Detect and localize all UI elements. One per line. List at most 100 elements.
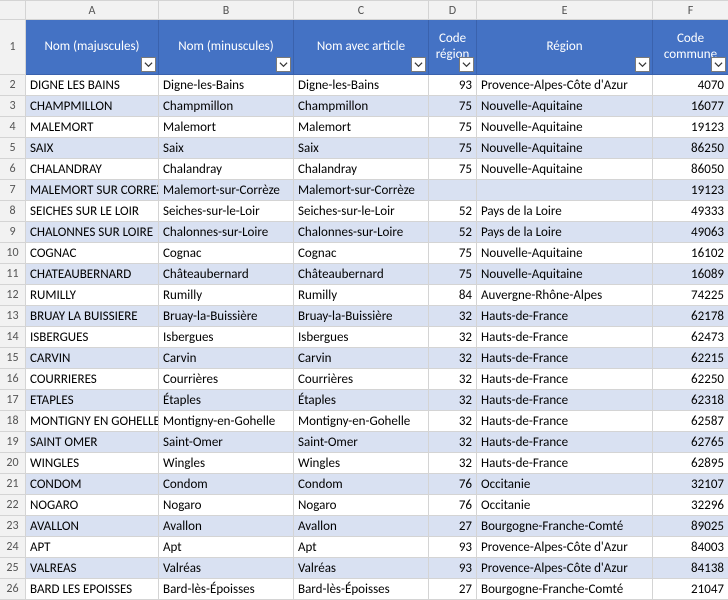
cell-a[interactable]: BARD LES EPOISSES [26,579,159,600]
cell-e[interactable]: Nouvelle-Aquitaine [477,243,653,264]
cell-a[interactable]: CHAMPMILLON [26,96,159,117]
row-header-9[interactable]: 9 [0,222,26,243]
cell-f[interactable]: 62318 [653,390,728,411]
row-header-3[interactable]: 3 [0,96,26,117]
cell-d[interactable]: 75 [429,264,477,285]
cell-f[interactable]: 16077 [653,96,728,117]
cell-f[interactable]: 62473 [653,327,728,348]
filter-button[interactable] [459,57,474,72]
row-header-10[interactable]: 10 [0,243,26,264]
cell-f[interactable]: 62250 [653,369,728,390]
cell-b[interactable]: Isbergues [159,327,294,348]
cell-d[interactable]: 93 [429,75,477,96]
row-header-2[interactable]: 2 [0,75,26,96]
row-header-4[interactable]: 4 [0,117,26,138]
cell-b[interactable]: Wingles [159,453,294,474]
cell-f[interactable]: 16102 [653,243,728,264]
cell-a[interactable]: VALREAS [26,558,159,579]
row-header-22[interactable]: 22 [0,495,26,516]
cell-d[interactable]: 75 [429,117,477,138]
cell-d[interactable] [429,180,477,201]
cell-a[interactable]: SEICHES SUR LE LOIR [26,201,159,222]
cell-b[interactable]: Seiches-sur-le-Loir [159,201,294,222]
cell-b[interactable]: Apt [159,537,294,558]
select-all-corner[interactable] [0,0,26,20]
cell-e[interactable]: Auvergne-Rhône-Alpes [477,285,653,306]
cell-a[interactable]: BRUAY LA BUISSIERE [26,306,159,327]
cell-c[interactable]: Malemort [294,117,429,138]
cell-e[interactable]: Hauts-de-France [477,369,653,390]
cell-a[interactable]: CHALONNES SUR LOIRE [26,222,159,243]
col-header-E[interactable]: E [477,0,653,20]
cell-a[interactable]: APT [26,537,159,558]
col-header-B[interactable]: B [159,0,294,20]
cell-a[interactable]: MALEMORT [26,117,159,138]
cell-d[interactable]: 76 [429,474,477,495]
cell-f[interactable]: 21047 [653,579,728,600]
cell-d[interactable]: 32 [429,348,477,369]
table-header-nom-article[interactable]: Nom avec article [294,20,429,75]
cell-a[interactable]: MONTIGNY EN GOHELLE [26,411,159,432]
cell-e[interactable]: Nouvelle-Aquitaine [477,159,653,180]
cell-c[interactable]: Chalandray [294,159,429,180]
cell-c[interactable]: Étaples [294,390,429,411]
cell-f[interactable]: 62178 [653,306,728,327]
cell-d[interactable]: 27 [429,516,477,537]
cell-d[interactable]: 32 [429,432,477,453]
cell-a[interactable]: CARVIN [26,348,159,369]
cell-a[interactable]: COURRIERES [26,369,159,390]
table-header-nom-minuscules[interactable]: Nom (minuscules) [159,20,294,75]
cell-e[interactable]: Hauts-de-France [477,348,653,369]
cell-e[interactable]: Provence-Alpes-Côte d'Azur [477,75,653,96]
cell-c[interactable]: Cognac [294,243,429,264]
cell-a[interactable]: COGNAC [26,243,159,264]
row-header-17[interactable]: 17 [0,390,26,411]
cell-c[interactable]: Seiches-sur-le-Loir [294,201,429,222]
cell-b[interactable]: Courrières [159,369,294,390]
row-header-25[interactable]: 25 [0,558,26,579]
cell-b[interactable]: Chalandray [159,159,294,180]
cell-c[interactable]: Bard-lès-Époisses [294,579,429,600]
cell-d[interactable]: 32 [429,327,477,348]
cell-a[interactable]: ISBERGUES [26,327,159,348]
cell-c[interactable]: Champmillon [294,96,429,117]
cell-f[interactable]: 32296 [653,495,728,516]
cell-f[interactable]: 19123 [653,180,728,201]
cell-b[interactable]: Montigny-en-Gohelle [159,411,294,432]
cell-e[interactable]: Nouvelle-Aquitaine [477,264,653,285]
filter-button[interactable] [141,57,156,72]
cell-c[interactable]: Avallon [294,516,429,537]
cell-c[interactable]: Apt [294,537,429,558]
cell-d[interactable]: 75 [429,243,477,264]
cell-f[interactable]: 49063 [653,222,728,243]
cell-e[interactable] [477,180,653,201]
cell-f[interactable]: 16089 [653,264,728,285]
cell-e[interactable]: Bourgogne-Franche-Comté [477,579,653,600]
cell-c[interactable]: Isbergues [294,327,429,348]
col-header-D[interactable]: D [429,0,477,20]
cell-b[interactable]: Bard-lès-Époisses [159,579,294,600]
cell-b[interactable]: Rumilly [159,285,294,306]
cell-e[interactable]: Hauts-de-France [477,432,653,453]
cell-c[interactable]: Wingles [294,453,429,474]
cell-c[interactable]: Malemort-sur-Corrèze [294,180,429,201]
cell-c[interactable]: Courrières [294,369,429,390]
row-header-8[interactable]: 8 [0,201,26,222]
cell-b[interactable]: Cognac [159,243,294,264]
filter-button[interactable] [276,57,291,72]
cell-e[interactable]: Nouvelle-Aquitaine [477,96,653,117]
row-header-18[interactable]: 18 [0,411,26,432]
cell-b[interactable]: Saint-Omer [159,432,294,453]
cell-b[interactable]: Champmillon [159,96,294,117]
cell-b[interactable]: Malemort [159,117,294,138]
cell-d[interactable]: 52 [429,222,477,243]
row-header-23[interactable]: 23 [0,516,26,537]
cell-d[interactable]: 84 [429,285,477,306]
filter-button[interactable] [711,57,726,72]
row-header-26[interactable]: 26 [0,579,26,600]
cell-c[interactable]: Rumilly [294,285,429,306]
cell-b[interactable]: Digne-les-Bains [159,75,294,96]
cell-d[interactable]: 32 [429,390,477,411]
cell-b[interactable]: Châteaubernard [159,264,294,285]
cell-b[interactable]: Saix [159,138,294,159]
